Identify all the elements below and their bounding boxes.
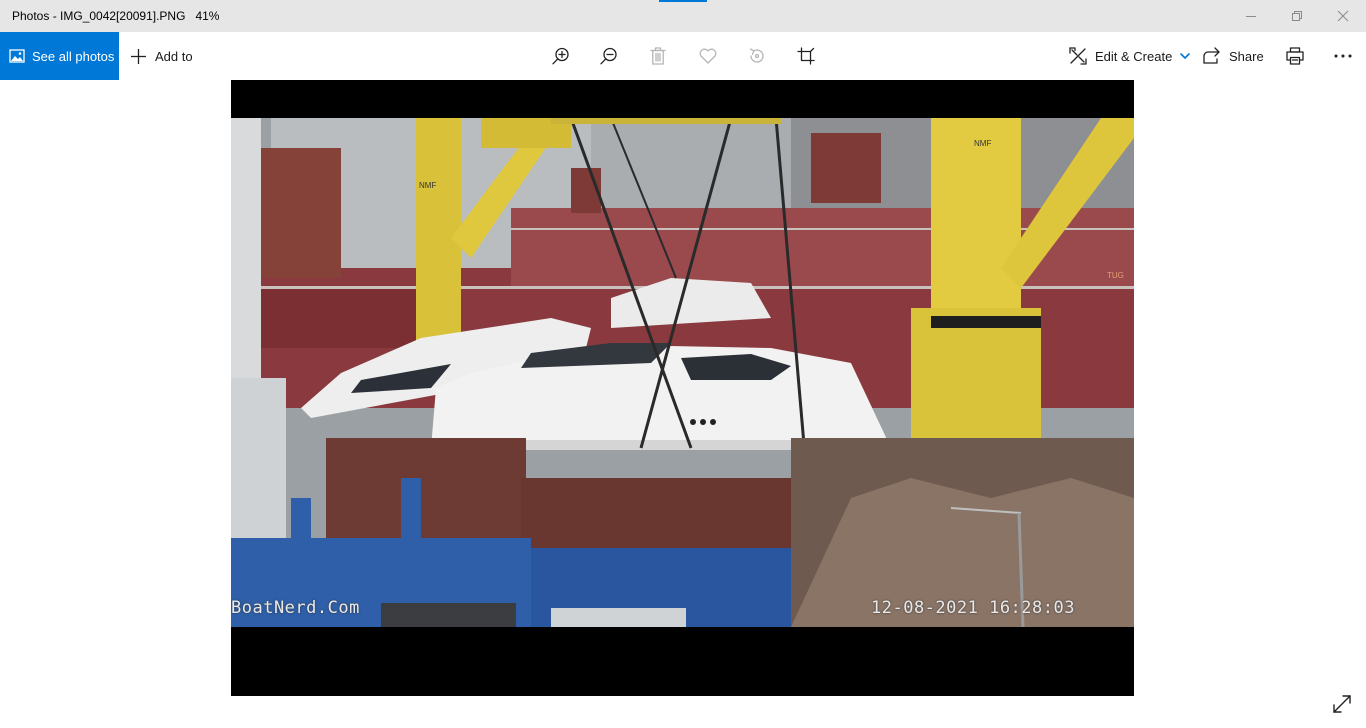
- rotate-button[interactable]: [745, 44, 769, 68]
- photo-scene: NMF NMF TUG: [231, 118, 1134, 627]
- crane-sign-right: NMF: [974, 139, 991, 148]
- fullscreen-button[interactable]: [1330, 692, 1354, 716]
- minimize-button[interactable]: [1228, 0, 1274, 32]
- favorite-icon: [699, 48, 717, 64]
- photo-image: NMF NMF TUG BoatNerd.Com 12-08-2021 16:2…: [231, 118, 1134, 627]
- photo-watermark: BoatNerd.Com: [231, 598, 360, 618]
- edit-create-icon: [1069, 47, 1087, 65]
- minimize-icon: [1246, 16, 1256, 17]
- chevron-down-icon: [1180, 52, 1191, 60]
- share-label: Share: [1229, 48, 1264, 64]
- zoom-out-button[interactable]: [597, 44, 621, 68]
- crane-sign-left: NMF: [419, 181, 436, 190]
- zoom-level: 41%: [195, 9, 220, 23]
- window-accent-strip: [659, 0, 707, 2]
- see-all-photos-button[interactable]: See all photos: [0, 32, 119, 80]
- rotate-icon: [749, 48, 764, 63]
- photos-icon: [9, 48, 25, 64]
- crop-icon: [797, 47, 815, 65]
- restore-icon: [1292, 11, 1302, 21]
- toolbar: See all photos Add to Edit & Create Shar…: [0, 32, 1366, 80]
- plus-icon: [130, 48, 147, 65]
- share-button[interactable]: Share: [1203, 32, 1264, 80]
- more-icon: [1334, 54, 1352, 58]
- window-title: Photos - IMG_0042[20091].PNG 41%: [12, 9, 219, 23]
- add-to-button[interactable]: Add to: [130, 32, 193, 80]
- edit-create-label: Edit & Create: [1095, 48, 1173, 64]
- zoom-in-button[interactable]: [549, 44, 573, 68]
- add-to-label: Add to: [155, 48, 193, 64]
- window-title-text: Photos - IMG_0042[20091].PNG: [12, 9, 186, 23]
- print-button[interactable]: [1283, 44, 1307, 68]
- delete-icon: [650, 47, 666, 65]
- edit-create-button[interactable]: Edit & Create: [1069, 32, 1191, 80]
- see-all-photos-label: See all photos: [32, 48, 115, 64]
- ship-sign-tug: TUG: [1107, 271, 1124, 280]
- zoom-in-icon: [552, 47, 569, 65]
- photo-timestamp: 12-08-2021 16:28:03: [871, 598, 1075, 618]
- print-icon: [1286, 47, 1304, 65]
- share-icon: [1203, 47, 1221, 65]
- favorite-button[interactable]: [696, 44, 720, 68]
- zoom-out-icon: [600, 47, 617, 65]
- expand-icon: [1333, 695, 1351, 713]
- close-icon: [1337, 10, 1349, 22]
- crop-button[interactable]: [794, 44, 818, 68]
- delete-button[interactable]: [646, 44, 670, 68]
- close-button[interactable]: [1320, 0, 1366, 32]
- photo-viewer[interactable]: NMF NMF TUG BoatNerd.Com 12-08-2021 16:2…: [231, 80, 1134, 696]
- restore-button[interactable]: [1274, 0, 1320, 32]
- more-options-button[interactable]: [1331, 44, 1355, 68]
- title-bar: Photos - IMG_0042[20091].PNG 41%: [0, 0, 1366, 32]
